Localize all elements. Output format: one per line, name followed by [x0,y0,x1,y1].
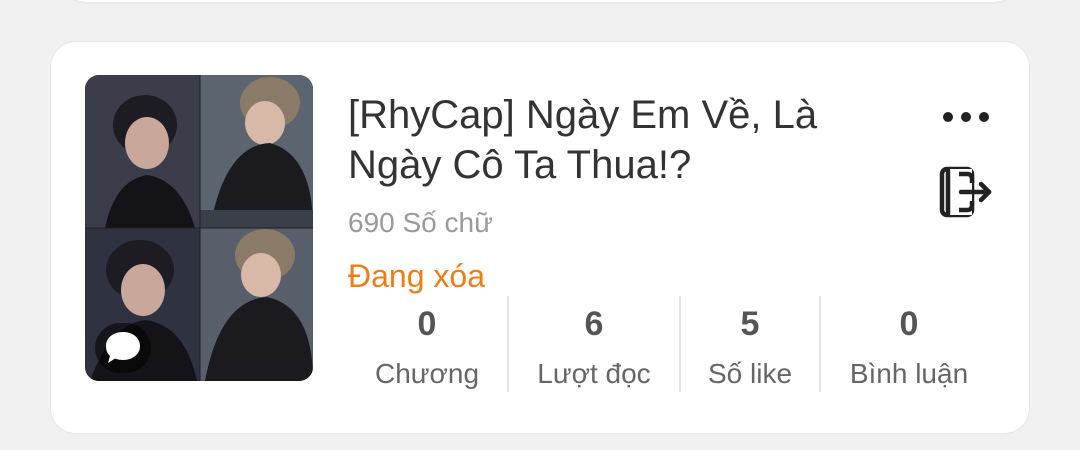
status-text: Đang xóa [348,258,485,294]
word-count: 690 Số chữ [348,207,493,238]
stats-row: 0 Chương 6 Lượt đọc 5 Số like 0 Bình luậ… [347,294,987,394]
more-dot [979,112,989,122]
stat-comments: 0 Bình luận [821,294,997,394]
stat-likes: 5 Số like [681,294,819,394]
stat-value: 6 [584,305,604,343]
comment-badge [95,323,151,373]
story-card[interactable]: [RhyCap] Ngày Em Về, Là Ngày Cô Ta Thua!… [50,41,1030,434]
stat-chapters: 0 Chương [347,294,507,394]
stat-reads: 6 Lượt đọc [509,294,679,394]
story-cover-image[interactable] [85,75,313,381]
stat-label: Lượt đọc [537,358,651,389]
exit-button[interactable] [937,164,997,220]
stat-value: 5 [740,305,760,343]
stat-value: 0 [899,305,919,343]
more-dot [961,112,971,122]
stat-value: 0 [417,305,437,343]
more-options-button[interactable] [931,100,1001,134]
stat-label: Số like [707,358,793,389]
more-horizontal-icon [943,112,953,122]
chat-bubble-icon [106,332,140,363]
exit-icon [939,166,992,218]
stat-label: Chương [374,358,480,389]
story-title[interactable]: [RhyCap] Ngày Em Về, Là Ngày Cô Ta Thua!… [348,90,888,190]
previous-card-edge [64,0,1016,2]
stat-label: Bình luận [849,358,969,389]
